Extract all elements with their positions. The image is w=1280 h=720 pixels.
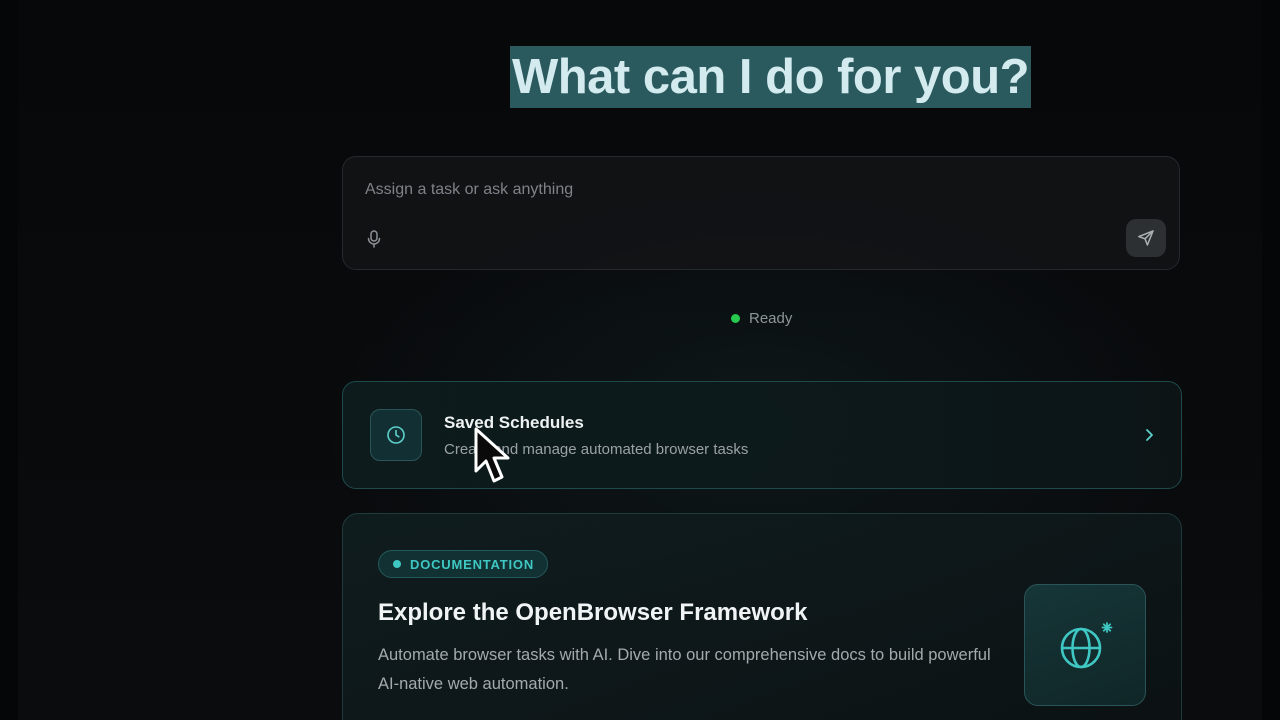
mouse-cursor-icon <box>474 427 510 483</box>
saved-schedules-card[interactable]: Saved Schedules Create and manage automa… <box>342 381 1182 489</box>
documentation-description: Automate browser tasks with AI. Dive int… <box>378 646 991 693</box>
chevron-right-icon <box>1141 426 1157 444</box>
send-button[interactable] <box>1126 219 1166 257</box>
status-indicator: Ready <box>731 308 792 328</box>
app-page: What can I do for you? Ready <box>0 0 1280 720</box>
task-composer <box>342 156 1180 270</box>
saved-schedules-title: Saved Schedules <box>444 413 584 432</box>
right-edge <box>1262 0 1280 720</box>
documentation-badge: DOCUMENTATION <box>378 550 549 578</box>
microphone-icon <box>367 230 381 248</box>
task-input[interactable] <box>365 177 1085 203</box>
documentation-title: Explore the OpenBrowser Framework <box>378 599 808 626</box>
status-dot <box>731 313 740 323</box>
page-title: What can I do for you? <box>510 46 1032 108</box>
status-label: Ready <box>749 309 793 327</box>
clock-icon-box <box>370 409 422 461</box>
left-edge <box>0 0 18 720</box>
badge-label: DOCUMENTATION <box>410 556 535 572</box>
documentation-card[interactable]: DOCUMENTATION Explore the OpenBrowser Fr… <box>342 513 1182 720</box>
clock-icon <box>387 426 405 444</box>
globe-button[interactable] <box>1024 584 1146 706</box>
microphone-button[interactable] <box>363 227 385 251</box>
globe-icon <box>1060 622 1113 669</box>
badge-dot <box>393 560 401 568</box>
send-icon <box>1138 230 1154 246</box>
